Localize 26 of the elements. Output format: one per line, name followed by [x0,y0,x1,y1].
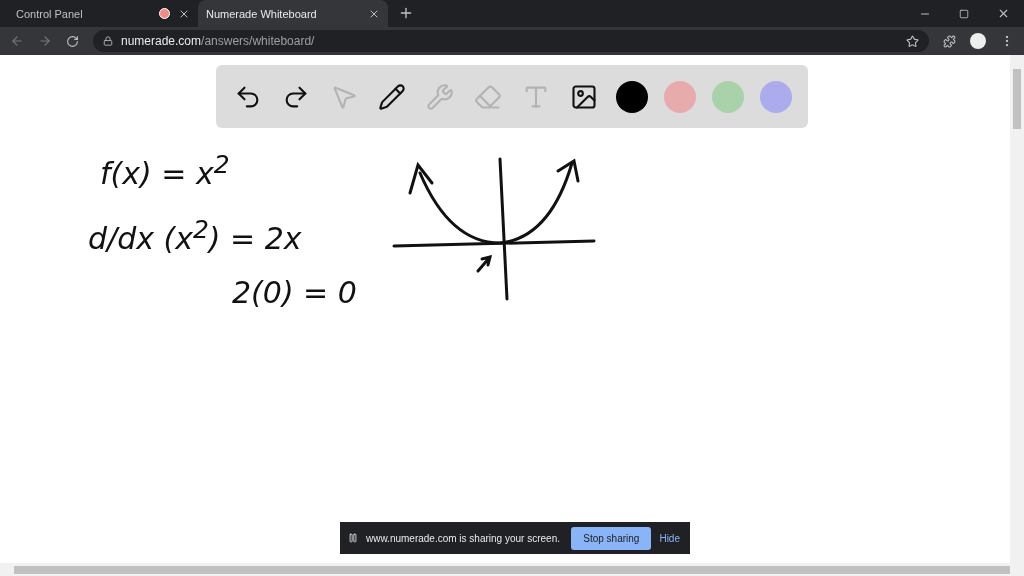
horizontal-scrollbar[interactable] [0,563,1024,576]
back-icon[interactable] [10,34,24,48]
close-icon[interactable] [997,7,1010,20]
stop-sharing-button[interactable]: Stop sharing [571,526,652,550]
new-tab-icon[interactable] [398,5,414,21]
color-swatch[interactable] [712,80,744,113]
color-swatch[interactable] [616,80,648,113]
pause-icon [348,533,358,543]
browser-tab[interactable]: Numerade Whiteboard [198,0,388,27]
puzzle-icon[interactable] [943,34,956,48]
address-field[interactable]: numerade.com/answers/whiteboard/ [93,30,929,52]
color-swatch[interactable] [664,80,696,113]
handwritten-math: f(x) = x$^{2}$ [100,150,230,191]
maximize-icon[interactable] [959,8,969,19]
handwritten-math: 2(0) = 0 [232,275,357,310]
hide-link[interactable]: Hide [659,532,682,544]
avatar-icon[interactable] [970,33,986,49]
browser-tab[interactable]: Control Panel [8,0,198,27]
color-swatch[interactable] [760,80,792,113]
share-message: www.numerade.com is sharing your screen. [366,532,561,544]
reload-icon[interactable] [66,34,79,48]
handwritten-math: d/dx (x$^{2}$) = 2x [88,215,302,256]
forward-icon[interactable] [38,34,52,48]
star-icon[interactable] [906,34,919,48]
vertical-scrollbar[interactable] [1010,55,1024,563]
lock-icon [103,36,113,46]
